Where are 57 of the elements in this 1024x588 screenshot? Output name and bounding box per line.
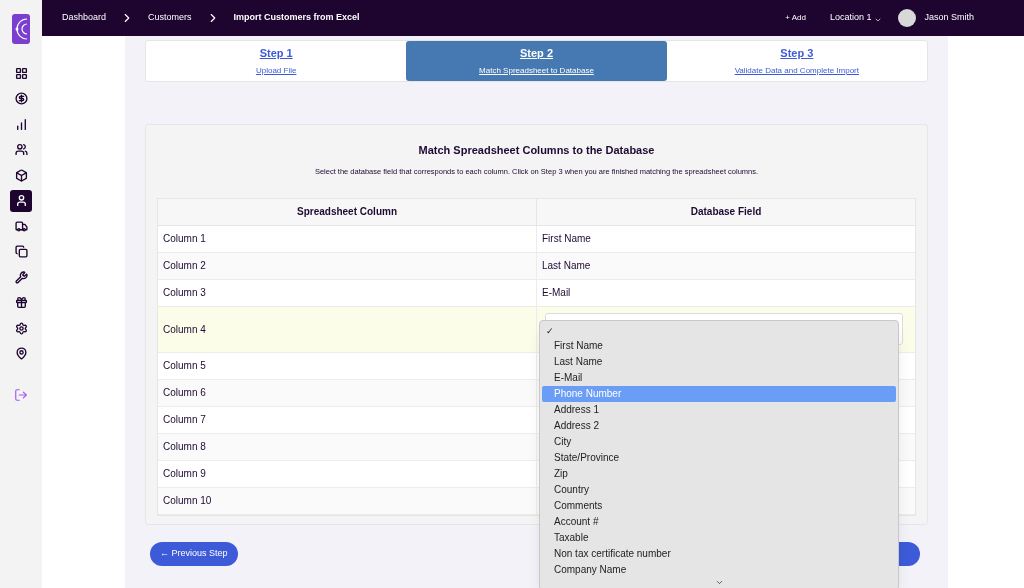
column-header: Spreadsheet Column [158,198,537,225]
dropdown-option[interactable]: Company Name [542,561,896,578]
user-name[interactable]: Jason Smith [924,11,974,25]
column-header: Database Field [689,205,763,220]
grid-icon [14,66,28,80]
box-icon [14,168,28,182]
dropdown-option[interactable]: Address 1 [542,401,896,418]
table-cell: Column 6 [158,379,537,406]
breadcrumb: Import Customers from Excel [233,11,360,25]
dropdown-option[interactable]: Taxable [542,529,896,546]
dropdown-option[interactable]: City [542,433,896,450]
dropdown-option[interactable]: E-Mail [542,369,896,386]
dropdown-option[interactable]: Last Name [542,353,896,370]
breadcrumb[interactable]: Customers [148,11,192,25]
bar-chart-icon [14,117,28,131]
gift-icon [14,296,28,309]
dollar-icon [14,92,28,105]
table-cell-text: Last Name [542,259,591,274]
dropdown-option[interactable]: Comments [542,497,896,514]
add-link[interactable]: + Add [785,12,806,24]
settings-icon [14,321,28,335]
table-cell: Column 5 [158,352,537,379]
avatar[interactable] [898,9,917,27]
table-cell: Column 8 [158,433,537,460]
table-cell: Column 10 [158,487,537,514]
table-cell-text: First Name [542,232,591,247]
logout-icon[interactable] [14,388,28,402]
table-cell-text: E-Mail [542,286,571,301]
wrench-icon [14,270,28,284]
dropdown-option[interactable]: Zip [542,465,896,482]
dropdown-option[interactable]: Address 2 [542,417,896,434]
card-title: Match Spreadsheet Columns to the Database [417,143,656,158]
step-tab[interactable]: Step 3 Validate Data and Complete Import [666,41,927,81]
check-mark: ✓ [546,325,554,336]
dropdown-option[interactable]: Country [542,481,896,498]
table-cell: Column 4 [158,306,537,352]
previous-step-button[interactable]: ← Previous Step [150,542,238,566]
dropdown-option[interactable]: State/Province [542,449,896,466]
table-cell: Column 3 [158,279,537,306]
logo [12,14,30,44]
step-tab[interactable]: Step 1 Upload File [146,41,407,81]
location-selector[interactable]: Location 1 [829,11,883,25]
step-tab[interactable]: Step 2 Match Spreadsheet to Database [406,41,667,81]
dropdown-option[interactable]: Non tax certificate number [542,545,896,562]
truck-icon [14,219,28,233]
people-icon [14,143,28,156]
map-pin-icon [14,347,28,360]
dropdown-option[interactable]: First Name [542,337,896,354]
table-cell: Column 1 [158,225,537,252]
copy-icon [14,245,28,258]
person-icon [14,194,28,207]
table-cell: Column 7 [158,406,537,433]
dropdown-option[interactable]: Account # [542,513,896,530]
sidebar-item[interactable] [10,189,32,212]
breadcrumb[interactable]: Dashboard [62,11,107,25]
table-cell: Column 2 [158,252,537,279]
table-cell: Column 9 [158,460,537,487]
